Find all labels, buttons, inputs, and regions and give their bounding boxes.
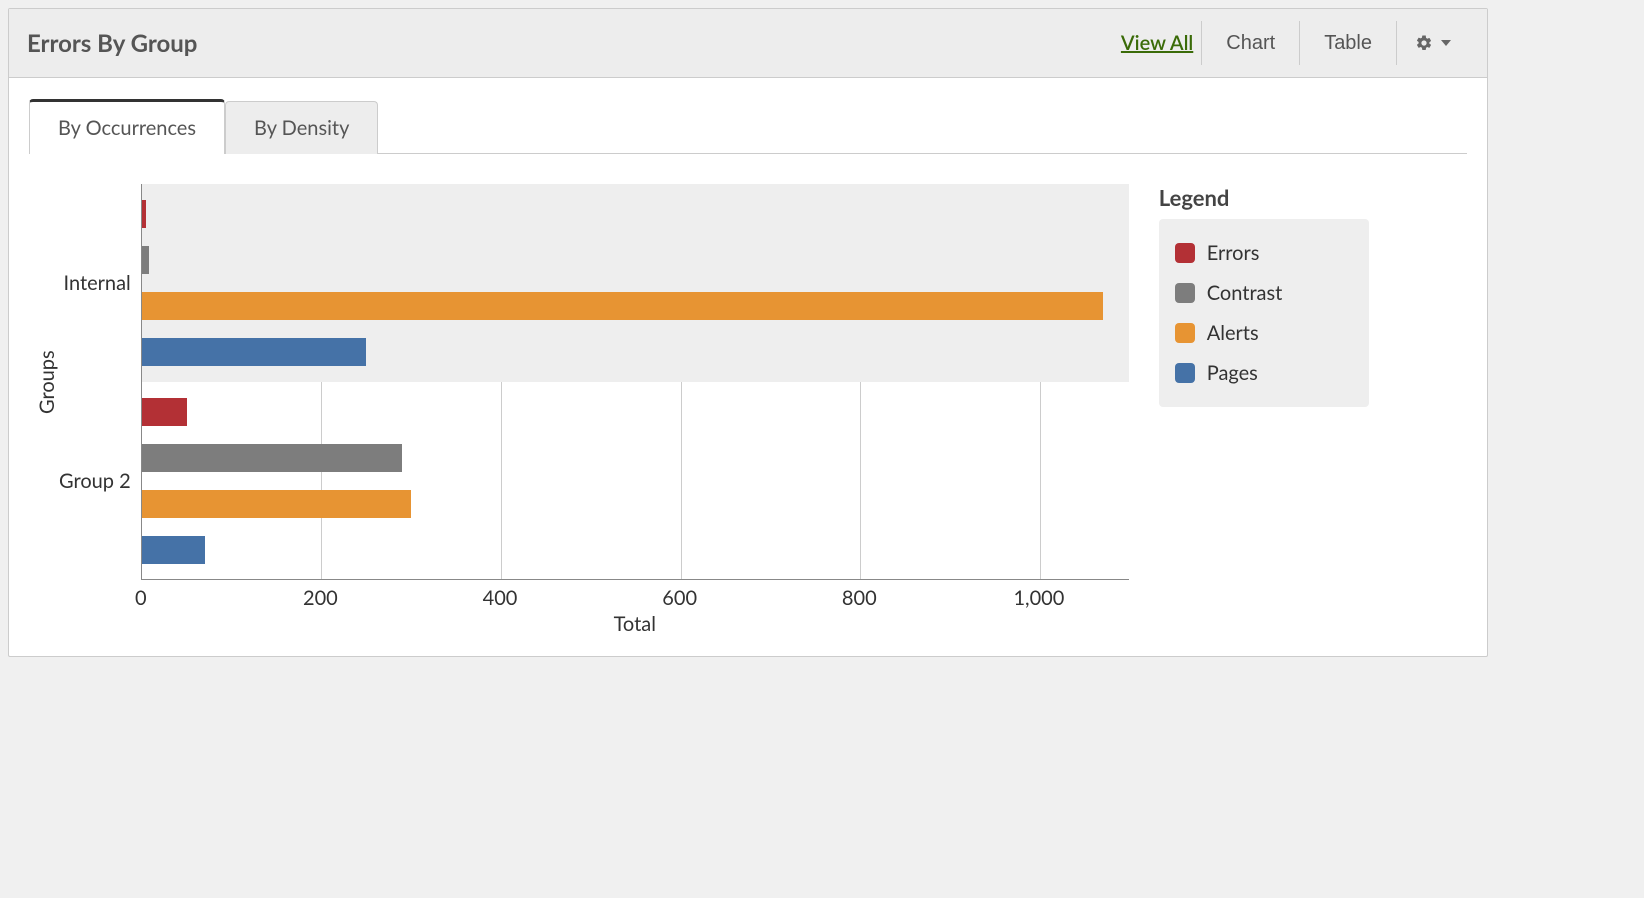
y-axis-title: Groups [29, 184, 59, 580]
legend-label: Errors [1207, 241, 1260, 265]
legend-swatch-pages [1175, 363, 1195, 383]
view-all-link[interactable]: View All [1121, 31, 1193, 55]
y-tick-labels: Internal Group 2 [59, 184, 141, 580]
y-tick-label-1: Group 2 [59, 382, 131, 580]
legend-swatch-alerts [1175, 323, 1195, 343]
x-tick-label: 200 [303, 586, 338, 610]
bar-errors-internal[interactable] [142, 200, 146, 228]
x-tick-label: 600 [662, 586, 697, 610]
chart-area: Groups Internal Group 2 0 200 400 600 800 1,0… [29, 184, 1467, 636]
x-tick-label: 0 [135, 586, 147, 610]
legend-title: Legend [1159, 184, 1369, 211]
tab-by-occurrences[interactable]: By Occurrences [29, 99, 225, 154]
legend-item-errors[interactable]: Errors [1175, 233, 1353, 273]
chart-view-button[interactable]: Chart [1201, 21, 1299, 65]
bar-alerts-internal[interactable] [142, 292, 1103, 320]
chevron-down-icon [1441, 40, 1451, 46]
chart-plot [141, 184, 1129, 580]
bar-contrast-group-2[interactable] [142, 444, 402, 472]
bar-pages-group-2[interactable] [142, 536, 205, 564]
tab-by-density[interactable]: By Density [225, 101, 378, 154]
legend-label: Pages [1207, 361, 1258, 385]
x-tick-label: 400 [483, 586, 518, 610]
bar-contrast-internal[interactable] [142, 246, 149, 274]
tabs: By Occurrences By Density [29, 98, 1467, 154]
panel-header: Errors By Group View All Chart Table [9, 9, 1487, 78]
legend-label: Alerts [1207, 321, 1259, 345]
errors-by-group-panel: Errors By Group View All Chart Table By … [8, 8, 1488, 657]
plot-column: 02004006008001,000 Total [141, 184, 1129, 636]
legend-swatch-contrast [1175, 283, 1195, 303]
bar-errors-group-2[interactable] [142, 398, 187, 426]
legend-label: Contrast [1207, 281, 1283, 305]
table-view-button[interactable]: Table [1299, 21, 1396, 65]
legend-item-alerts[interactable]: Alerts [1175, 313, 1353, 353]
legend-swatch-errors [1175, 243, 1195, 263]
legend-item-pages[interactable]: Pages [1175, 353, 1353, 393]
y-tick-label-0: Internal [64, 184, 131, 382]
x-tick-label: 1,000 [1013, 586, 1064, 610]
panel-body: By Occurrences By Density Groups Interna… [9, 78, 1487, 656]
legend-box: Errors Contrast Alerts Pages [1159, 219, 1369, 407]
settings-dropdown-button[interactable] [1396, 21, 1469, 65]
legend: Legend Errors Contrast Alerts Pages [1159, 184, 1369, 407]
legend-item-contrast[interactable]: Contrast [1175, 273, 1353, 313]
panel-title: Errors By Group [27, 29, 197, 58]
gear-icon [1415, 34, 1433, 52]
bar-alerts-group-2[interactable] [142, 490, 411, 518]
x-tick-label: 800 [842, 586, 877, 610]
x-axis-title: Total [141, 612, 1129, 636]
x-tick-labels: 02004006008001,000 [141, 580, 1129, 608]
bar-pages-internal[interactable] [142, 338, 367, 366]
